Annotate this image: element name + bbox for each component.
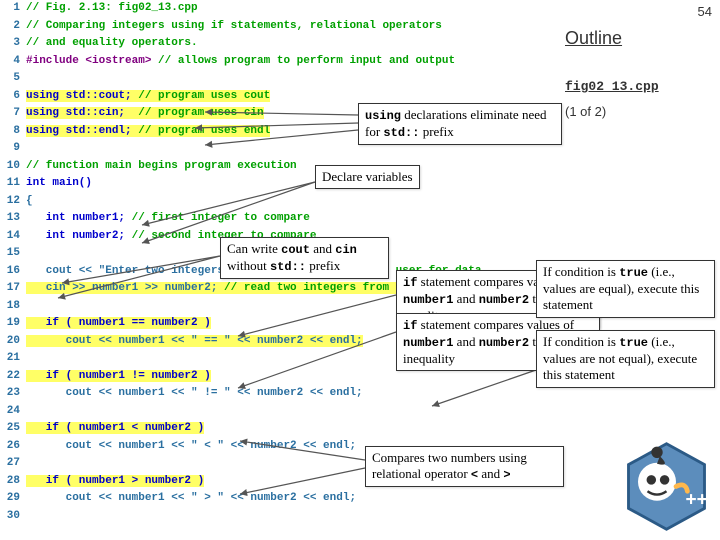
- annotation-coutcin: Can write cout and cin without std:: pre…: [220, 237, 389, 279]
- annotation-declare: Declare variables: [315, 165, 420, 189]
- code-line: 30: [0, 508, 560, 526]
- code-line: 10// function main begins program execut…: [0, 158, 560, 176]
- outline-heading: Outline: [565, 28, 720, 49]
- code-line: 24: [0, 403, 560, 421]
- code-line: 29 cout << number1 << " > " << number2 <…: [0, 490, 560, 508]
- code-line: 5: [0, 70, 560, 88]
- code-line: 23 cout << number1 << " != " << number2 …: [0, 385, 560, 403]
- code-line: 4#include <iostream> // allows program t…: [0, 53, 560, 71]
- code-line: 3// and equality operators.: [0, 35, 560, 53]
- code-line: 1// Fig. 2.13: fig02_13.cpp: [0, 0, 560, 18]
- annotation-relop: Compares two numbers using relational op…: [365, 446, 564, 487]
- source-filename: fig02_13.cpp: [565, 79, 720, 94]
- code-line: 12{: [0, 193, 560, 211]
- annotation-cond-true-ne: If condition is true (i.e., values are n…: [536, 330, 715, 388]
- code-line: 11int main(): [0, 175, 560, 193]
- page-count: (1 of 2): [565, 104, 720, 119]
- cpp-mascot-icon: ++: [619, 439, 714, 534]
- annotation-using: using declarations eliminate need for st…: [358, 103, 562, 145]
- outline-panel: Outline fig02_13.cpp (1 of 2): [565, 0, 720, 119]
- code-line: 13 int number1; // first integer to comp…: [0, 210, 560, 228]
- annotation-cond-true-eq: If condition is true (i.e., values are e…: [536, 260, 715, 318]
- code-line: 25 if ( number1 < number2 ): [0, 420, 560, 438]
- code-line: 2// Comparing integers using if statemen…: [0, 18, 560, 36]
